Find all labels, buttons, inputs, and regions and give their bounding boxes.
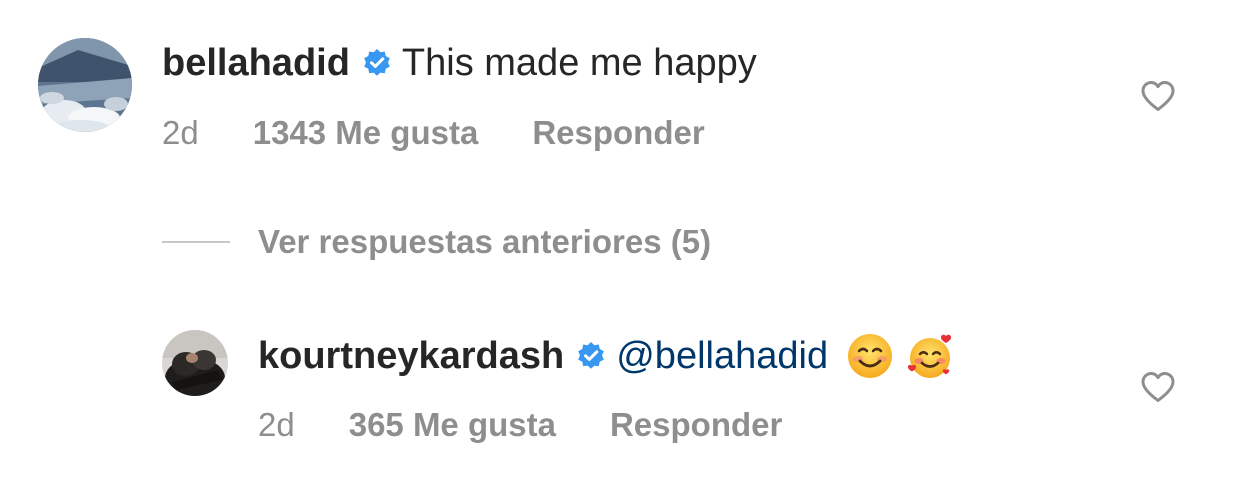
comment-text: This made me happy (401, 42, 757, 84)
like-count[interactable]: 365 Me gusta (349, 405, 556, 445)
reply-button[interactable]: Responder (610, 405, 782, 445)
timestamp: 2d (162, 114, 199, 151)
username[interactable]: bellahadid (162, 40, 350, 86)
heart-outline-icon[interactable] (1140, 80, 1176, 112)
view-replies-label: Ver respuestas anteriores (5) (258, 223, 712, 260)
avatar[interactable] (38, 38, 132, 132)
heart-outline-icon[interactable] (1140, 371, 1176, 403)
smiling-face-emoji (846, 332, 894, 380)
reply-comment: kourtneykardash @bellahadid 2d 365 Me gu… (0, 300, 1242, 498)
reply-button[interactable]: Responder (532, 113, 704, 153)
view-previous-replies-button[interactable]: Ver respuestas anteriores (5) (162, 222, 711, 262)
username[interactable]: kourtneykardash (258, 333, 564, 379)
comment-text-line: bellahadid This made me happy (162, 40, 757, 86)
avatar[interactable] (162, 330, 228, 396)
like-count[interactable]: 1343 Me gusta (253, 113, 479, 153)
verified-badge-icon (362, 48, 392, 78)
comment-meta: 2d 1343 Me gusta Responder (162, 113, 705, 153)
reply-text-line: kourtneykardash @bellahadid (258, 332, 954, 380)
timestamp: 2d (258, 406, 295, 443)
divider (162, 241, 230, 243)
comment: bellahadid This made me happy 2d 1343 Me… (0, 0, 1242, 200)
avatar-image (162, 330, 228, 396)
verified-badge-icon (576, 341, 606, 371)
mention-link[interactable]: @bellahadid (616, 333, 828, 379)
smiling-face-with-hearts-emoji (906, 332, 954, 380)
reply-meta: 2d 365 Me gusta Responder (258, 405, 782, 445)
avatar-image (38, 38, 132, 132)
